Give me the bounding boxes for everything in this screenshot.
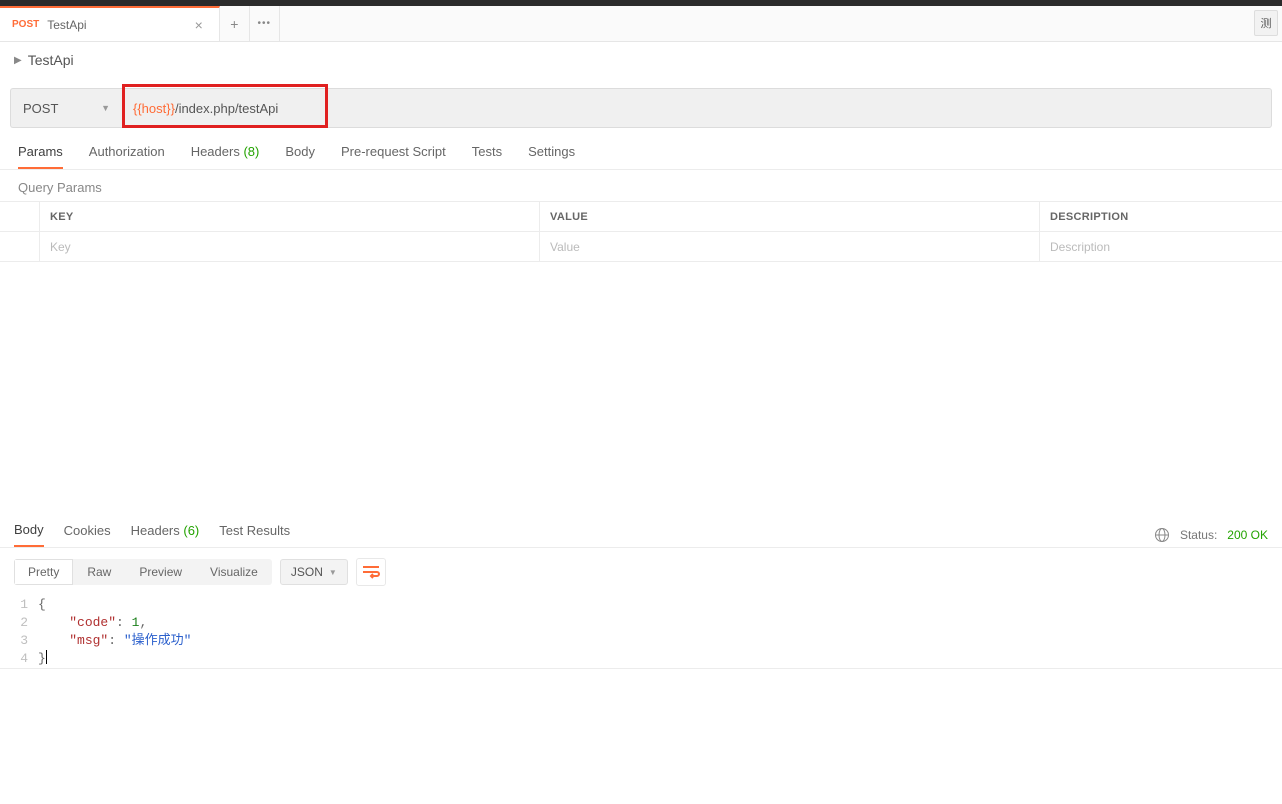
response-body[interactable]: 1{ 2 "code": 1, 3 "msg": "操作成功" 4} xyxy=(0,596,1282,669)
url-input[interactable]: {{host}}/index.php/testApi xyxy=(122,88,1272,128)
method-select[interactable]: POST ▼ xyxy=(10,88,122,128)
status-label: Status: xyxy=(1180,528,1217,542)
col-key-header: KEY xyxy=(40,202,540,231)
params-input-row: Key Value Description xyxy=(0,232,1282,262)
wrap-lines-button[interactable] xyxy=(356,558,386,586)
tabs-row: POST TestApi × + ••• 测 xyxy=(0,6,1282,42)
tab-tests[interactable]: Tests xyxy=(472,144,502,169)
response-controls: Pretty Raw Preview Visualize JSON ▼ xyxy=(0,548,1282,596)
tab-headers[interactable]: Headers (8) xyxy=(191,144,260,169)
tab-params[interactable]: Params xyxy=(18,144,63,169)
resp-tab-headers-count: (6) xyxy=(183,523,199,538)
status-value: 200 OK xyxy=(1227,528,1268,542)
tab-settings[interactable]: Settings xyxy=(528,144,575,169)
tab-headers-count: (8) xyxy=(243,144,259,159)
request-url-row: POST ▼ {{host}}/index.php/testApi xyxy=(10,88,1272,128)
breadcrumb-title: TestApi xyxy=(28,52,74,68)
tab-headers-label: Headers xyxy=(191,144,240,159)
tab-body[interactable]: Body xyxy=(285,144,315,169)
right-panel-button[interactable]: 测 xyxy=(1254,10,1278,36)
view-preview-button[interactable]: Preview xyxy=(125,559,196,585)
response-tabs: Body Cookies Headers (6) Test Results St… xyxy=(0,512,1282,548)
line-number: 4 xyxy=(10,650,38,668)
format-select[interactable]: JSON ▼ xyxy=(280,559,348,585)
view-raw-button[interactable]: Raw xyxy=(73,559,125,585)
close-icon[interactable]: × xyxy=(191,18,207,32)
value-input[interactable]: Value xyxy=(550,240,580,254)
chevron-down-icon: ▼ xyxy=(329,568,337,577)
breadcrumb[interactable]: ▶ TestApi xyxy=(0,42,1282,78)
resp-tab-cookies[interactable]: Cookies xyxy=(64,523,111,546)
line-number: 1 xyxy=(10,596,38,614)
tab-method-label: POST xyxy=(12,19,39,30)
response-status: Status: 200 OK xyxy=(1154,527,1268,543)
chevron-right-icon: ▶ xyxy=(14,55,22,66)
desc-input[interactable]: Description xyxy=(1050,240,1110,254)
params-header-row: KEY VALUE DESCRIPTION xyxy=(0,202,1282,232)
resp-tab-tests[interactable]: Test Results xyxy=(219,523,290,546)
line-number: 2 xyxy=(10,614,38,632)
col-value-header: VALUE xyxy=(540,202,1040,231)
format-select-label: JSON xyxy=(291,565,323,579)
view-pretty-button[interactable]: Pretty xyxy=(14,559,73,585)
tab-authorization[interactable]: Authorization xyxy=(89,144,165,169)
chevron-down-icon: ▼ xyxy=(101,103,110,113)
request-tabs: Params Authorization Headers (8) Body Pr… xyxy=(0,128,1282,170)
query-params-label: Query Params xyxy=(0,170,1282,201)
url-path: /index.php/testApi xyxy=(175,101,278,116)
url-variable: {{host}} xyxy=(133,101,175,116)
key-input[interactable]: Key xyxy=(50,240,71,254)
tab-prerequest[interactable]: Pre-request Script xyxy=(341,144,446,169)
tab-testapi[interactable]: POST TestApi × xyxy=(0,6,220,41)
params-table: KEY VALUE DESCRIPTION Key Value Descript… xyxy=(0,201,1282,262)
globe-icon[interactable] xyxy=(1154,527,1170,543)
line-number: 3 xyxy=(10,632,38,650)
tab-overflow-button[interactable]: ••• xyxy=(250,6,280,41)
new-tab-button[interactable]: + xyxy=(220,6,250,41)
resp-tab-body[interactable]: Body xyxy=(14,522,44,547)
view-visualize-button[interactable]: Visualize xyxy=(196,559,272,585)
method-select-label: POST xyxy=(23,101,58,116)
resp-tab-headers[interactable]: Headers (6) xyxy=(131,523,200,546)
view-mode-segment: Pretty Raw Preview Visualize xyxy=(14,559,272,585)
col-desc-header: DESCRIPTION xyxy=(1040,202,1282,231)
resp-tab-headers-label: Headers xyxy=(131,523,180,538)
tab-title: TestApi xyxy=(47,18,86,32)
